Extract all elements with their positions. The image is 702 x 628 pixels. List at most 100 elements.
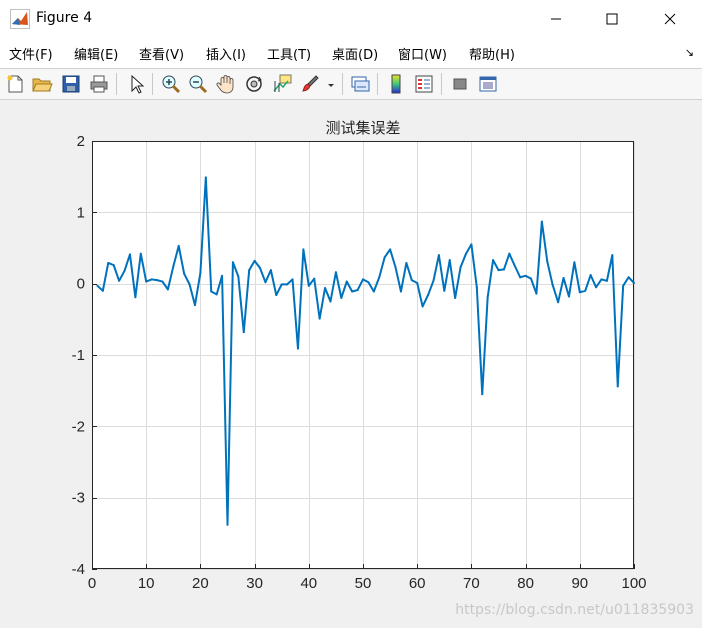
data-point [492,259,495,262]
data-point [134,296,137,299]
x-tick-label: 70 [463,575,480,592]
data-point [286,283,289,286]
data-point [302,248,305,251]
data-point [324,286,327,289]
data-point [551,284,554,287]
chart-svg: 0 10 20 30 40 50 60 70 80 90 100 210-1-2-3-4 [72,133,647,592]
x-tick-label: 20 [192,575,209,592]
data-point [530,277,533,280]
data-point [248,269,251,272]
data-point [139,252,142,255]
data-point [573,261,576,264]
data-point [454,296,457,299]
data-point [605,279,608,282]
y-tick-label: -1 [72,347,85,364]
data-point [215,293,218,296]
data-point [150,278,153,281]
x-tick-label: 90 [571,575,588,592]
data-point [313,277,316,280]
data-point [123,269,126,272]
data-point [416,281,419,284]
data-point [128,253,131,256]
data-point [156,279,159,282]
x-tick-label: 60 [409,575,426,592]
data-point [166,288,169,291]
data-point [351,290,354,293]
x-tick-label: 10 [138,575,155,592]
y-tick-label: 0 [77,276,85,293]
data-point [199,271,202,274]
x-tick-label: 30 [246,575,263,592]
data-point [172,265,175,268]
data-point [524,274,527,277]
data-point [296,347,299,350]
data-point [221,274,224,277]
y-tick-label: -4 [72,561,85,578]
data-point [367,281,370,284]
x-tick-label: 50 [355,575,372,592]
data-point [389,248,392,251]
data-point [372,290,375,293]
data-point [562,276,565,279]
data-point [519,276,522,279]
y-tick-label: 1 [77,204,85,221]
data-point [378,276,381,279]
data-point [345,280,348,283]
y-tick-label: -3 [72,490,85,507]
data-point [362,278,364,281]
data-point [264,281,267,284]
data-point [557,301,560,304]
data-point [242,331,245,334]
data-point [383,256,386,259]
data-point [633,281,635,284]
y-tick-label: -2 [72,418,85,435]
data-point [334,271,337,274]
data-point [437,254,440,257]
data-point [464,252,467,255]
x-tick-label: 80 [517,575,534,592]
data-point [470,243,473,246]
data-point [611,254,614,257]
data-point [600,278,603,281]
data-point [280,283,283,286]
data-point [177,244,180,247]
data-point [307,284,310,287]
data-point [188,283,191,286]
data-point [226,523,229,526]
data-point [394,266,397,269]
data-point [475,286,478,289]
data-point [145,280,148,283]
data-point [486,296,489,299]
data-point [183,272,186,275]
data-point [481,393,484,396]
data-point [502,268,505,271]
data-point [231,261,234,264]
data-point [253,259,256,262]
data-point [329,300,332,303]
data-point [237,275,240,278]
data-point [291,278,294,281]
data-point [459,266,462,269]
data-point [497,269,500,272]
y-tick-label: 2 [77,133,85,150]
data-point [622,284,625,287]
data-point [513,264,516,267]
data-point [578,291,581,294]
data-point [627,276,630,279]
data-point [595,286,598,289]
data-point [589,274,592,277]
data-point [161,280,164,283]
data-point [101,289,104,292]
data-point [118,279,121,282]
data-point [567,295,570,298]
data-point [421,305,424,308]
data-point [193,304,196,307]
watermark-text: https://blog.csdn.net/u011835903 [455,602,694,618]
data-point [356,289,359,292]
data-point [410,279,413,282]
data-point [584,289,587,292]
data-point [204,176,207,179]
data-point [616,385,619,388]
data-point [540,220,543,223]
data-point [448,259,451,262]
